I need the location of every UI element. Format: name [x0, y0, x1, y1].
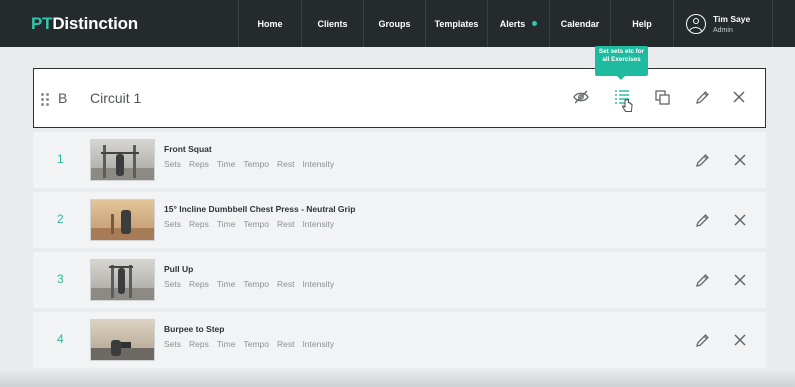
nav-groups-label: Groups [378, 18, 411, 29]
pencil-icon[interactable] [693, 88, 711, 106]
exercise-thumbnail[interactable] [90, 259, 155, 301]
logo-distinction: Distinction [52, 13, 138, 33]
exercise-number: 3 [57, 272, 64, 286]
circuit-header: B Circuit 1 [33, 68, 766, 128]
copy-icon[interactable] [653, 88, 671, 106]
meta-time: Time [216, 219, 236, 229]
meta-tempo: Tempo [243, 219, 269, 229]
alert-dot-icon [532, 21, 538, 26]
meta-time: Time [216, 339, 236, 349]
logo-pt: PT [31, 13, 53, 33]
exercise-name[interactable]: Pull Up [164, 264, 193, 274]
meta-tempo: Tempo [243, 339, 269, 349]
nav-templates-label: Templates [434, 18, 479, 29]
nav-alerts[interactable]: Alerts [487, 0, 549, 47]
nav-groups[interactable]: Groups [363, 0, 425, 47]
meta-tempo: Tempo [243, 159, 269, 169]
exercise-row[interactable]: 3 Pull Up Sets Reps Time Tempo Rest Inte… [33, 252, 766, 308]
exercise-meta: Sets Reps Time Tempo Rest Intensity [164, 219, 342, 229]
circuit-title: Circuit 1 [90, 90, 142, 106]
exercise-meta: Sets Reps Time Tempo Rest Intensity [164, 159, 342, 169]
exercise-number: 1 [57, 152, 64, 166]
bottom-edge [0, 372, 795, 387]
nav-home[interactable]: Home [238, 0, 301, 47]
exercise-row[interactable]: 1 Front Squat Sets Reps Time Tempo Rest … [33, 132, 766, 188]
nav-templates[interactable]: Templates [425, 0, 487, 47]
nav-help[interactable]: Help [610, 0, 673, 47]
nav-alerts-label: Alerts [499, 18, 526, 29]
meta-intensity: Intensity [302, 279, 335, 289]
nav-home-label: Home [257, 18, 283, 29]
exercise-meta: Sets Reps Time Tempo Rest Intensity [164, 279, 342, 289]
close-icon[interactable] [731, 271, 749, 289]
main-nav: Home Clients Groups Templates Alerts Cal… [238, 0, 673, 47]
nav-calendar[interactable]: Calendar [549, 0, 610, 47]
meta-rest: Rest [276, 159, 295, 169]
nav-help-label: Help [632, 18, 652, 29]
meta-reps: Reps [189, 339, 209, 349]
user-name: Tim Saye [713, 13, 751, 24]
meta-rest: Rest [276, 339, 295, 349]
exercise-number: 2 [57, 212, 64, 226]
user-menu[interactable]: Tim Saye Admin [673, 0, 773, 47]
meta-reps: Reps [189, 219, 209, 229]
close-icon[interactable] [731, 151, 749, 169]
nav-calendar-label: Calendar [560, 18, 600, 29]
exercise-number: 4 [57, 332, 64, 346]
user-circle-icon [686, 13, 706, 34]
exercise-thumbnail[interactable] [90, 199, 155, 241]
meta-intensity: Intensity [302, 219, 335, 229]
meta-rest: Rest [276, 279, 295, 289]
meta-time: Time [216, 159, 236, 169]
nav-clients-label: Clients [317, 18, 348, 29]
exercise-thumbnail[interactable] [90, 319, 155, 361]
meta-intensity: Intensity [302, 339, 335, 349]
meta-reps: Reps [189, 279, 209, 289]
close-icon[interactable] [730, 88, 748, 106]
exercise-name[interactable]: Front Squat [164, 144, 212, 154]
user-role: Admin [713, 26, 733, 34]
meta-reps: Reps [189, 159, 209, 169]
meta-sets: Sets [164, 339, 182, 349]
meta-sets: Sets [164, 219, 182, 229]
exercise-row[interactable]: 4 Burpee to Step Sets Reps Time Tempo Re… [33, 312, 766, 368]
pointer-cursor-icon [621, 99, 633, 113]
meta-sets: Sets [164, 159, 182, 169]
drag-handle-icon[interactable] [41, 93, 49, 106]
top-navigation-bar: PT Distinction Home Clients Groups Templa… [0, 0, 795, 47]
pencil-icon[interactable] [693, 331, 711, 349]
close-icon[interactable] [731, 211, 749, 229]
exercise-meta: Sets Reps Time Tempo Rest Intensity [164, 339, 342, 349]
eye-off-icon[interactable] [572, 88, 590, 106]
exercise-row[interactable]: 2 15° Incline Dumbbell Chest Press - Neu… [33, 192, 766, 248]
nav-clients[interactable]: Clients [301, 0, 363, 47]
exercise-name[interactable]: 15° Incline Dumbbell Chest Press - Neutr… [164, 204, 355, 214]
tooltip: Set sets etc for all Exercises [595, 46, 648, 80]
pencil-icon[interactable] [693, 271, 711, 289]
meta-tempo: Tempo [243, 279, 269, 289]
exercise-thumbnail[interactable] [90, 139, 155, 181]
circuit-letter: B [58, 90, 68, 106]
meta-sets: Sets [164, 279, 182, 289]
meta-intensity: Intensity [302, 159, 335, 169]
exercise-name[interactable]: Burpee to Step [164, 324, 224, 334]
meta-rest: Rest [276, 219, 295, 229]
logo[interactable]: PT Distinction [0, 0, 238, 47]
pencil-icon[interactable] [693, 151, 711, 169]
meta-time: Time [216, 279, 236, 289]
pencil-icon[interactable] [693, 211, 711, 229]
close-icon[interactable] [731, 331, 749, 349]
